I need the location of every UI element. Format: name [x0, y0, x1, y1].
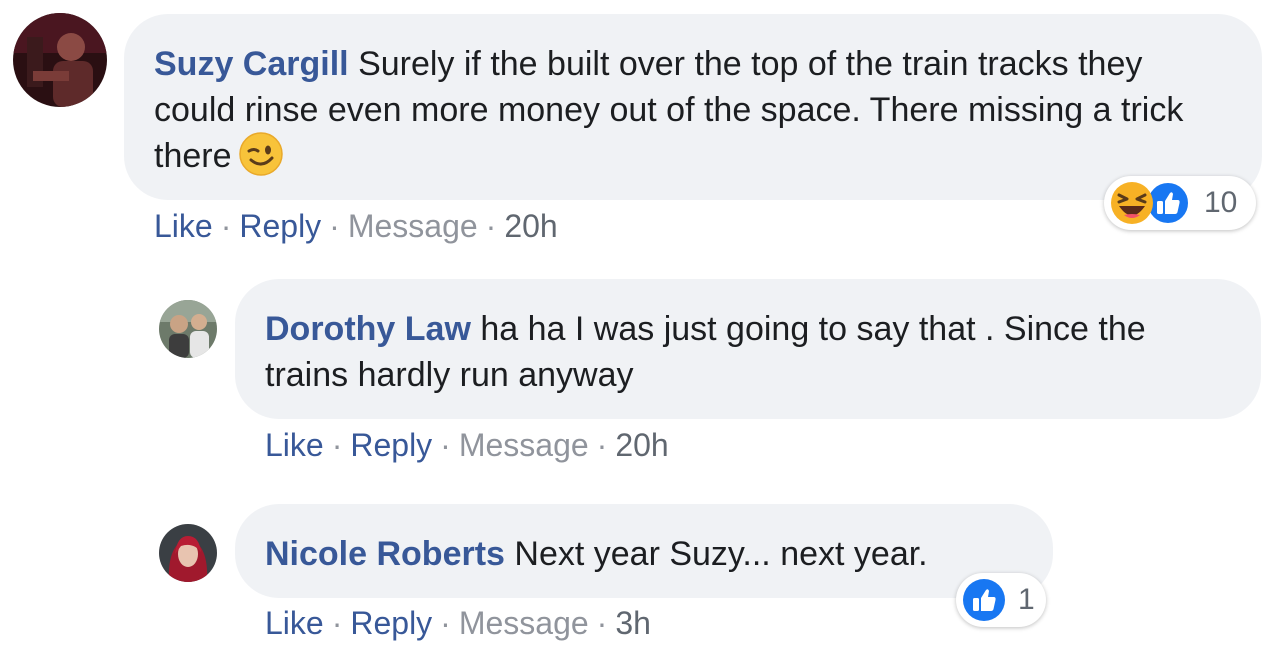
separator: ·: [596, 605, 608, 641]
reaction-summary[interactable]: 1: [956, 573, 1046, 627]
comment-thread: Suzy Cargill Surely if the built over th…: [0, 0, 1274, 656]
avatar[interactable]: [159, 300, 217, 358]
reply-button[interactable]: Reply: [350, 605, 432, 641]
comment-author-link[interactable]: Suzy Cargill: [154, 45, 349, 83]
comment-text: Next year Suzy... next year.: [514, 535, 928, 573]
haha-icon: [1110, 181, 1154, 225]
reaction-count: 10: [1204, 186, 1238, 219]
separator: ·: [331, 427, 343, 463]
separator: ·: [485, 208, 497, 244]
message-button[interactable]: Message: [459, 605, 589, 641]
comment-bubble: Nicole Roberts Next year Suzy... next ye…: [235, 504, 1053, 598]
timestamp[interactable]: 20h: [615, 427, 668, 463]
separator: ·: [220, 208, 232, 244]
comment-actions: Like · Reply · Message · 20h: [265, 425, 669, 465]
avatar[interactable]: [159, 524, 217, 582]
reaction-count: 1: [1018, 583, 1035, 616]
timestamp[interactable]: 3h: [615, 605, 651, 641]
like-button[interactable]: Like: [265, 427, 324, 463]
like-icon: [962, 578, 1006, 622]
like-button[interactable]: Like: [154, 208, 213, 244]
reply-button[interactable]: Reply: [350, 427, 432, 463]
comment-author-link[interactable]: Dorothy Law: [265, 310, 471, 348]
reply-button[interactable]: Reply: [239, 208, 321, 244]
winking-face-icon: [238, 131, 284, 177]
separator: ·: [331, 605, 343, 641]
separator: ·: [329, 208, 340, 244]
separator: ·: [440, 427, 451, 463]
separator: ·: [596, 427, 608, 463]
avatar[interactable]: [13, 13, 107, 107]
reaction-summary[interactable]: 10: [1104, 176, 1256, 230]
comment-actions: Like · Reply · Message · 20h: [154, 206, 558, 246]
comment-author-link[interactable]: Nicole Roberts: [265, 535, 505, 573]
like-button[interactable]: Like: [265, 605, 324, 641]
comment-actions: Like · Reply · Message · 3h: [265, 603, 651, 643]
timestamp[interactable]: 20h: [504, 208, 557, 244]
comment-bubble: Dorothy Law ha ha I was just going to sa…: [235, 279, 1261, 419]
message-button[interactable]: Message: [348, 208, 478, 244]
separator: ·: [440, 605, 451, 641]
message-button[interactable]: Message: [459, 427, 589, 463]
comment-bubble: Suzy Cargill Surely if the built over th…: [124, 14, 1262, 200]
